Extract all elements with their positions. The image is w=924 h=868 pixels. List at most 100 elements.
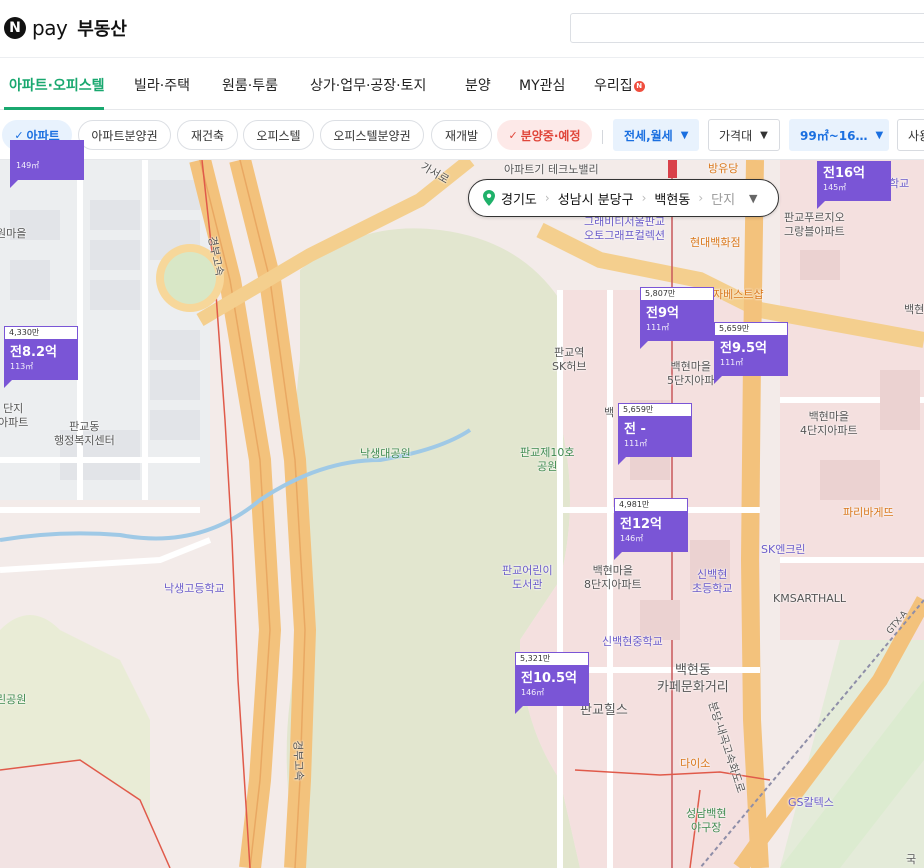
price-range-value: 가격대 xyxy=(719,128,753,143)
price-marker-price: 전12억 xyxy=(620,517,663,532)
breadcrumb-province[interactable]: 경기도 xyxy=(501,189,537,208)
breadcrumb-dong[interactable]: 백현동 xyxy=(654,189,690,208)
map-base-layer xyxy=(0,160,924,868)
price-marker-tail xyxy=(4,380,12,388)
top-header: N pay 부동산 xyxy=(0,0,924,58)
tab-my-interest[interactable]: MY관심 xyxy=(519,75,565,95)
map-label-gyeongbu-2: 경부고속 xyxy=(291,740,306,781)
chevron-right-icon: › xyxy=(544,191,550,205)
tab-presale[interactable]: 분양 xyxy=(465,75,491,95)
main-nav: 아파트·오피스텔 빌라·주택 원룸·투룸 상가·업무·공장·토지 분양 MY관심… xyxy=(0,58,924,110)
filter-chip-officetel-presale-right[interactable]: 오피스텔분양권 xyxy=(320,120,424,150)
filter-chip-officetel[interactable]: 오피스텔 xyxy=(243,120,314,150)
price-marker-area: 113㎡ xyxy=(10,362,34,371)
tab-my-home[interactable]: 우리집 N xyxy=(594,75,645,95)
price-marker[interactable]: 149㎡ xyxy=(10,140,84,188)
tab-commercial-land[interactable]: 상가·업무·공장·토지 xyxy=(310,75,426,95)
price-marker-area: 111㎡ xyxy=(624,439,648,448)
logo-pay-text: pay xyxy=(32,16,68,40)
price-marker-unitprice: 5,659만 xyxy=(714,322,788,336)
location-breadcrumb[interactable]: 경기도 › 성남시 분당구 › 백현동 › 단지 ▼ xyxy=(468,179,779,217)
price-marker-body: 전12억 146㎡ xyxy=(614,512,688,552)
map-label-school: 학교 xyxy=(889,177,910,190)
map-label-pangyo-station: 판교역 SK허브 xyxy=(552,346,587,374)
area-range-value: 99㎡~16… xyxy=(800,128,868,143)
map-label-hyundai: 현대백화점 xyxy=(690,236,741,249)
map-label-child-library: 판교어린이 도서관 xyxy=(502,564,553,592)
price-marker-body: 전9억 111㎡ xyxy=(640,301,714,341)
price-marker-area: 111㎡ xyxy=(646,323,670,332)
price-marker-price: 전10.5억 xyxy=(521,671,577,686)
map-pin-icon xyxy=(483,190,495,206)
price-marker-body: 전8.2억 113㎡ xyxy=(4,340,78,380)
map-label-baek-right: 백현 xyxy=(904,303,924,316)
chevron-right-icon: › xyxy=(698,191,704,205)
map-label-park-left: 린공원 xyxy=(0,693,27,706)
price-marker-area: 111㎡ xyxy=(720,358,744,367)
trade-type-dropdown[interactable]: 전세,월세 ▼ xyxy=(613,119,699,151)
naver-pay-realestate-logo[interactable]: N pay 부동산 xyxy=(4,16,127,40)
price-marker-area: 146㎡ xyxy=(521,688,545,697)
price-marker[interactable]: 전16억 145㎡ xyxy=(817,161,891,209)
filter-chip-reconstruction[interactable]: 재건축 xyxy=(177,120,238,150)
tab-oneroom-tworoom[interactable]: 원룸·투룸 xyxy=(222,75,278,95)
price-marker-area: 146㎡ xyxy=(620,534,644,543)
price-marker-tail xyxy=(714,376,722,384)
price-marker-body: 전10.5억 146㎡ xyxy=(515,666,589,706)
check-icon: ✓ xyxy=(508,128,518,142)
chevron-down-icon: ▼ xyxy=(760,129,768,141)
price-marker-body: 149㎡ xyxy=(10,140,84,180)
price-marker-area: 145㎡ xyxy=(823,183,847,192)
price-marker[interactable]: 5,807만 전9억 111㎡ xyxy=(640,287,714,349)
map-label-nakseong-high: 낙생고등학교 xyxy=(164,582,225,595)
price-range-dropdown[interactable]: 가격대 ▼ xyxy=(708,119,780,151)
filter-chip-label: 분양중·예정 xyxy=(520,128,581,143)
breadcrumb-district[interactable]: 성남시 분당구 xyxy=(558,189,634,208)
breadcrumb-complex[interactable]: 단지 xyxy=(711,189,735,208)
map-label-top: 아파트기 테크노밸리 xyxy=(504,163,599,176)
tab-villa-house[interactable]: 빌라·주택 xyxy=(134,75,190,95)
filter-bar: ✓ 아파트 아파트분양권 재건축 오피스텔 오피스텔분양권 재개발 ✓ 분양중·예정… xyxy=(0,110,924,160)
price-marker[interactable]: 4,981만 전12억 146㎡ xyxy=(614,498,688,560)
new-badge: N xyxy=(633,81,645,92)
map-label-sk-enclean: SK엔크린 xyxy=(761,543,806,556)
price-marker[interactable]: 5,659만 전 - 111㎡ xyxy=(618,403,692,465)
map-label-futurezio: 판교푸르지오 그랑블아파트 xyxy=(784,211,845,239)
price-marker-tail xyxy=(817,201,825,209)
chevron-right-icon: › xyxy=(641,191,647,205)
area-range-dropdown[interactable]: 99㎡~16… ▼ xyxy=(789,119,889,151)
filter-chip-presale-ongoing[interactable]: ✓ 분양중·예정 xyxy=(497,120,592,150)
map-canvas[interactable]: 아파트기 테크노밸리 원마을 판교동 행정복지센터 단지 아파트 낙생대공원 판교제… xyxy=(0,160,924,868)
price-marker[interactable]: 5,659만 전9.5억 111㎡ xyxy=(714,322,788,384)
price-marker-body: 전 - 111㎡ xyxy=(618,417,692,457)
tab-my-home-label: 우리집 xyxy=(594,78,633,94)
map-label-gs-caltex: GS칼텍스 xyxy=(788,796,834,809)
map-label-sinbaekhyun-elem: 신백현 초등학교 xyxy=(692,568,733,596)
chevron-down-icon: ▼ xyxy=(680,129,689,141)
logo-service-text: 부동산 xyxy=(77,19,127,40)
map-label-apt-left: 단지 아파트 xyxy=(0,402,29,430)
map-label-bangyudang: 방유당 xyxy=(708,162,739,175)
map-label-nakseong-park: 낙생대공원 xyxy=(360,447,411,460)
tab-apartment-officetel[interactable]: 아파트·오피스텔 xyxy=(9,75,104,95)
map-label-cafe-street: 백현동 카페문화거리 xyxy=(657,663,729,695)
price-marker-tail xyxy=(515,706,523,714)
price-marker[interactable]: 5,321만 전10.5억 146㎡ xyxy=(515,652,589,714)
price-marker-unitprice: 5,321만 xyxy=(515,652,589,666)
map-label-baseball: 성남백현 야구장 xyxy=(686,807,727,835)
filter-chip-apartment-presale-right[interactable]: 아파트분양권 xyxy=(78,120,171,150)
price-marker-tail xyxy=(10,180,18,188)
price-marker[interactable]: 4,330만 전8.2억 113㎡ xyxy=(4,326,78,388)
price-marker-price: 전9.5억 xyxy=(720,341,767,356)
map-label-baek: 백 xyxy=(604,406,615,419)
filter-chip-redevelopment[interactable]: 재개발 xyxy=(431,120,492,150)
filter-divider xyxy=(602,130,603,144)
price-marker-body: 전16억 145㎡ xyxy=(817,161,891,201)
price-marker-unitprice: 5,659만 xyxy=(618,403,692,417)
approval-year-dropdown[interactable]: 사용 xyxy=(897,119,924,151)
map-label-pangyo-welfare: 판교동 행정복지센터 xyxy=(54,420,115,448)
price-marker-unitprice: 5,807만 xyxy=(640,287,714,301)
search-input[interactable] xyxy=(570,13,924,43)
trade-type-value: 전세,월세 xyxy=(624,128,673,143)
app-root: N pay 부동산 아파트·오피스텔 빌라·주택 원룸·투룸 상가·업무·공장·… xyxy=(0,0,924,868)
